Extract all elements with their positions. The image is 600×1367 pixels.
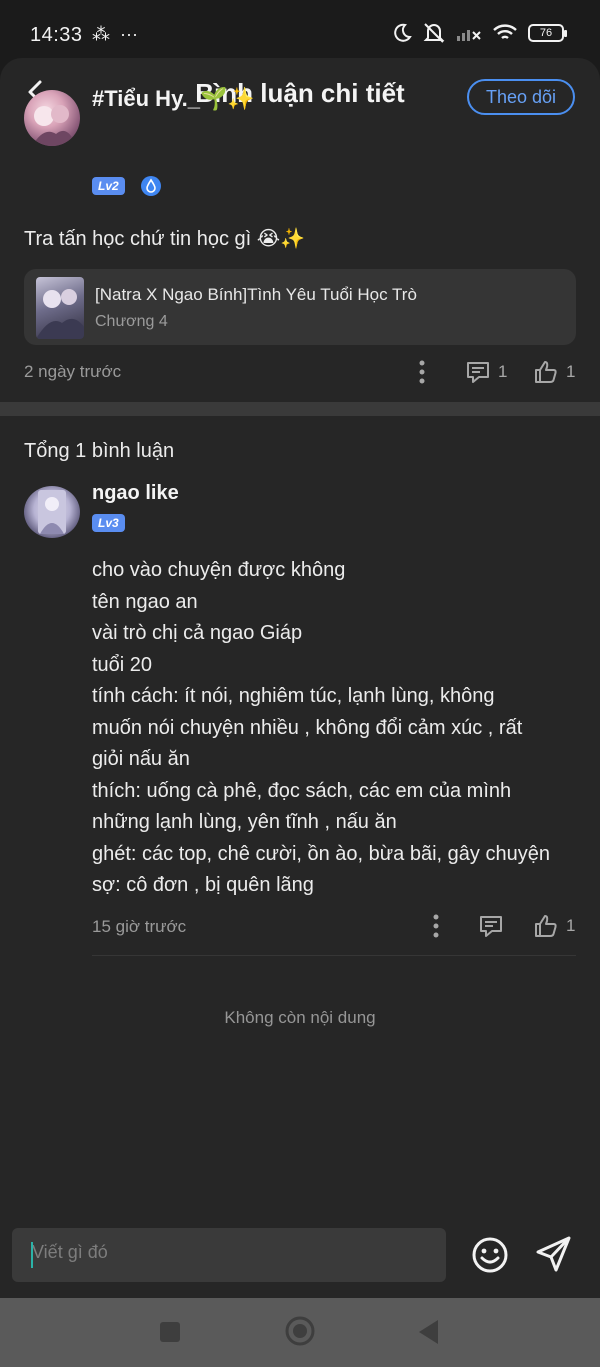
comment-line: tuổi 20 [92, 653, 153, 676]
comment-line: muốn nói chuyện nhiều , không đổi cảm xú… [92, 716, 523, 739]
end-of-list-label: Không còn nội dung [224, 1008, 376, 1027]
comment-like-icon [535, 915, 557, 937]
post-username[interactable]: #Tiểu Hy._🌱✨ [92, 86, 255, 112]
comment-line: tên ngao an [92, 590, 198, 613]
comment-icon [467, 362, 489, 383]
status-bar: 14:33 ⁂ ··· 76 [0, 0, 600, 62]
comment-line: tính cách: ít nói, nghiêm túc, lạnh lùng… [92, 685, 495, 707]
comment-reply-stat[interactable] [479, 914, 503, 938]
section-divider [0, 402, 600, 416]
story-title: [Natra X Ngao Bính]Tình Yêu Tuổi Học Trò [95, 285, 417, 304]
comment-input-bar: Viết gì đó [0, 1218, 600, 1298]
send-icon[interactable] [535, 1235, 573, 1273]
system-nav-bar [0, 1298, 600, 1367]
comment-like-stat[interactable]: 1 [534, 914, 575, 938]
comment-like-count: 1 [566, 916, 576, 935]
reply-count: 1 [498, 362, 508, 381]
like-count: 1 [566, 362, 576, 381]
battery-indicator: 76 [528, 24, 567, 42]
signal-icon [457, 30, 481, 41]
like-icon [535, 361, 557, 383]
comment-line: giỏi nấu ăn [92, 748, 190, 770]
comment-line: ghét: các top, chê cười, ồn ào, bừa bãi,… [92, 842, 550, 865]
nav-home-icon[interactable] [284, 1315, 316, 1347]
drop-badge-icon [141, 176, 161, 196]
avatar-image-icon [32, 105, 76, 146]
wifi-icon [493, 24, 517, 40]
notification-icon: ⁂ [92, 24, 110, 44]
story-thumbnail [36, 277, 84, 339]
comment-divider [92, 955, 576, 956]
comments-total: Tổng 1 bình luận [24, 440, 175, 462]
comment-line: vài trò chị cả ngao Giáp [92, 622, 303, 644]
emoji-icon[interactable] [471, 1236, 509, 1274]
comment-username[interactable]: ngao like [92, 482, 179, 505]
comment-line: cho vào chuyện được không [92, 559, 346, 581]
status-time: 14:33 [30, 24, 83, 46]
comment-input-placeholder: Viết gì đó [32, 1242, 108, 1262]
comment-reply-icon [480, 916, 502, 937]
reply-stat[interactable]: 1 [466, 360, 507, 384]
mute-icon [423, 23, 445, 43]
status-left-icons: ⁂ ··· [92, 24, 138, 45]
comment-body: cho vào chuyện được không tên ngao an và… [92, 555, 582, 902]
comment-time: 15 giờ trước [92, 917, 187, 936]
nav-back-icon[interactable] [416, 1318, 442, 1346]
story-card[interactable]: [Natra X Ngao Bính]Tình Yêu Tuổi Học Trò… [24, 269, 576, 345]
comment-input[interactable]: Viết gì đó [12, 1228, 446, 1282]
comment-line: sợ: cô đơn , bị quên lãng [92, 874, 314, 896]
story-chapter: Chương 4 [95, 313, 168, 330]
follow-button[interactable]: Theo dõi [467, 79, 575, 115]
post-text: Tra tấn học chứ tin học gì 😭✨ [24, 228, 306, 250]
text-caret [31, 1242, 33, 1268]
comment-line: những lạnh lùng, yên tĩnh , nấu ăn [92, 811, 397, 833]
moon-icon [394, 23, 412, 42]
comment-more-icon[interactable] [432, 913, 440, 939]
more-notifications-icon: ··· [120, 24, 138, 44]
more-icon[interactable] [418, 359, 426, 385]
status-right-icons: 76 [392, 22, 567, 44]
avatar[interactable] [24, 90, 80, 146]
level-badge: Lv2 [92, 177, 125, 195]
comment-avatar[interactable] [24, 486, 80, 538]
comment-level-badge: Lv3 [92, 514, 125, 532]
nav-recents-icon[interactable] [158, 1320, 182, 1344]
post-time: 2 ngày trước [24, 362, 122, 381]
comment-line: thích: uống cà phê, đọc sách, các em của… [92, 779, 512, 802]
like-stat[interactable]: 1 [534, 360, 575, 384]
